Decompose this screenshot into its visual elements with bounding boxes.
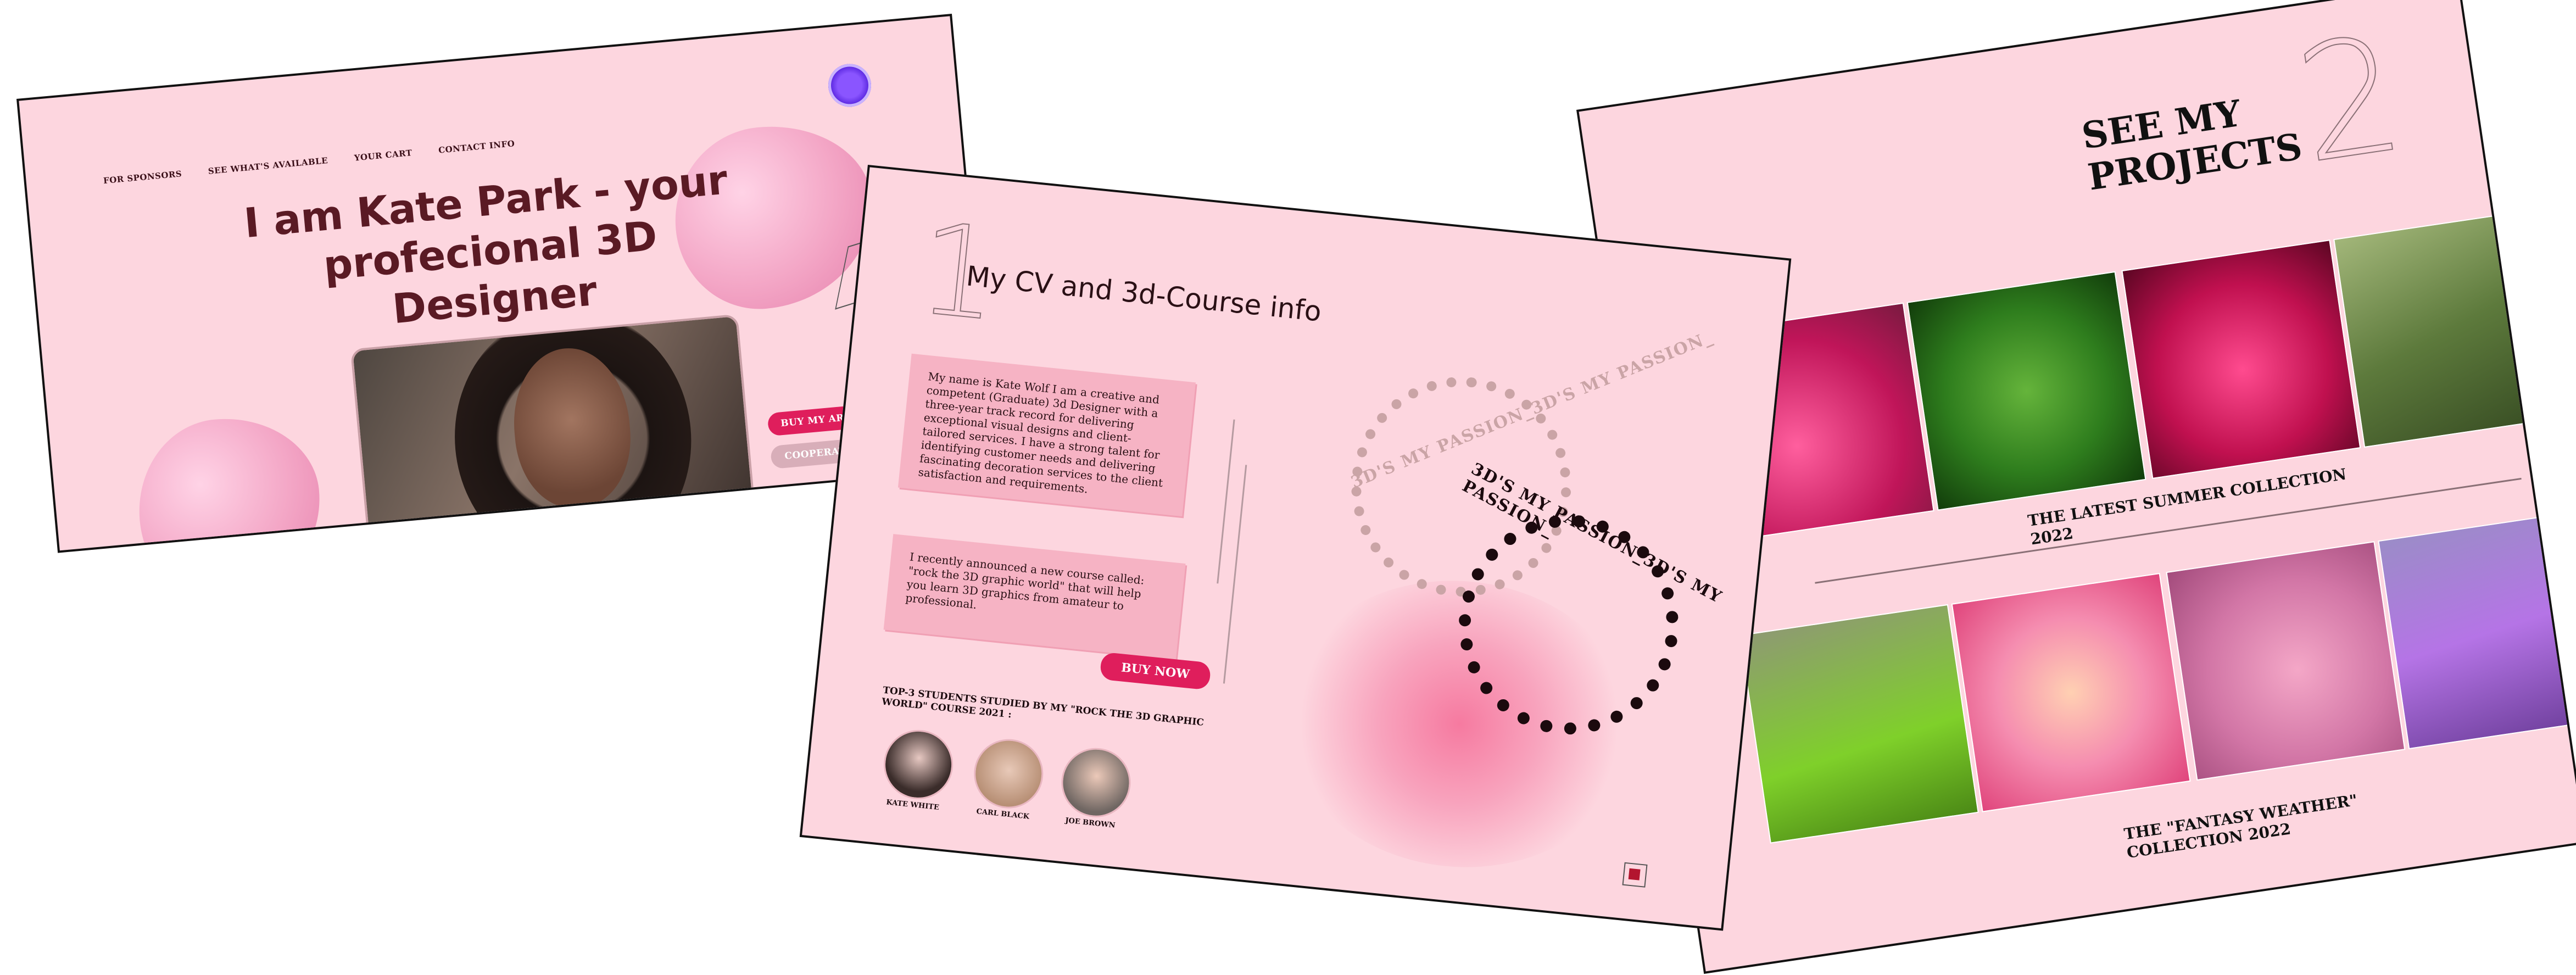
pink-blob-left xyxy=(131,410,328,553)
bio-card: My name is Kate Wolf I am a creative and… xyxy=(897,353,1196,517)
project-tile-6[interactable] xyxy=(1951,572,2191,812)
collection2-caption: THE "FANTASY WEATHER" COLLECTION 2022 xyxy=(2123,791,2361,862)
nav-item-contact[interactable]: CONTACT INFO xyxy=(438,138,515,155)
top-nav: FOR SPONSORS SEE WHAT'S AVAILABLE YOUR C… xyxy=(103,138,515,186)
student-name-1: KATE WHITE xyxy=(885,798,940,812)
course-card: I recently announced a new course called… xyxy=(883,534,1186,660)
logo-badge-icon[interactable] xyxy=(826,62,873,109)
project-tile-5[interactable] xyxy=(1739,604,1979,844)
project-tile-2[interactable] xyxy=(1906,271,2146,511)
project-tile-4[interactable] xyxy=(2333,208,2573,448)
buy-now-button[interactable]: BUY NOW xyxy=(1099,651,1212,690)
cv-slide: 1 My CV and 3d-Course info My name is Ka… xyxy=(799,165,1792,931)
projects-title: SEE MY PROJECTS xyxy=(2079,91,2305,199)
portrait-photo xyxy=(350,314,757,553)
student-avatar-2[interactable] xyxy=(971,736,1047,812)
student-avatar-3[interactable] xyxy=(1058,744,1134,821)
student-avatar-1[interactable] xyxy=(880,726,957,803)
project-tile-8[interactable] xyxy=(2378,510,2576,750)
corner-square-fill-icon xyxy=(1628,868,1641,881)
project-tile-7[interactable] xyxy=(2166,541,2406,781)
cv-title: My CV and 3d-Course info xyxy=(964,260,1323,328)
nav-item-available[interactable]: SEE WHAT'S AVAILABLE xyxy=(208,155,328,176)
outline-diamond-icon xyxy=(388,540,439,553)
student-name-2: CARL BLACK xyxy=(975,807,1030,821)
project-tile-3[interactable] xyxy=(2121,239,2361,480)
nav-item-cart[interactable]: YOUR CART xyxy=(354,148,412,163)
vertical-divider xyxy=(1217,419,1235,584)
student-name-3: JOE BROWN xyxy=(1064,816,1116,830)
nav-item-sponsors[interactable]: FOR SPONSORS xyxy=(103,169,182,186)
